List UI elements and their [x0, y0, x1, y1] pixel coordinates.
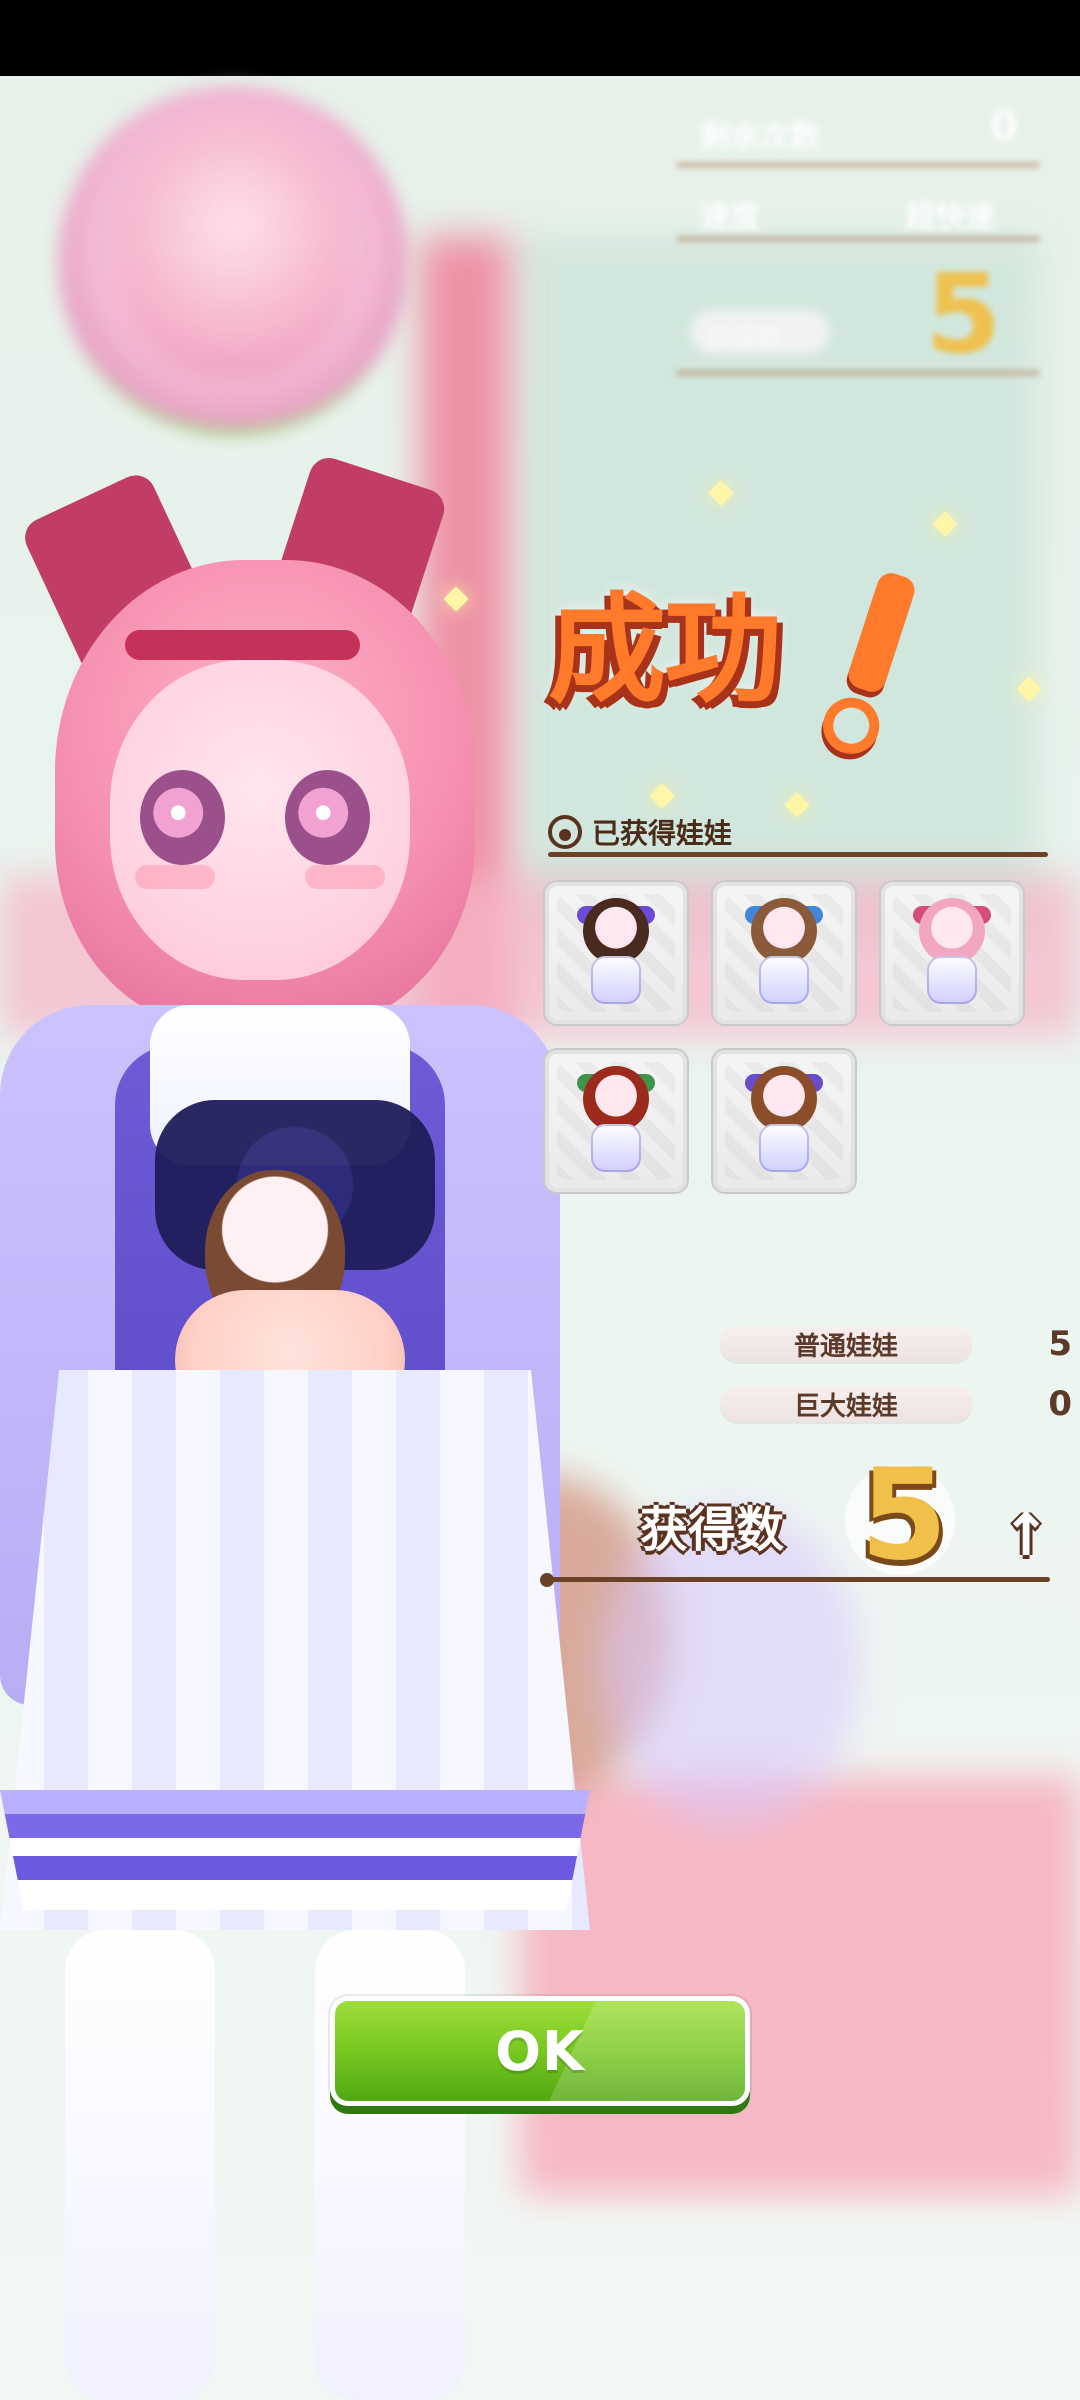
doll-grid [545, 882, 1045, 1202]
ok-button[interactable]: OK [330, 1996, 750, 2106]
doll-portrait-1 [577, 898, 655, 1008]
up-arrow-icon: ↑ [1001, 1501, 1051, 1569]
giant-doll-count: 0 [1048, 1384, 1072, 1424]
doll-body [591, 956, 641, 1004]
doll-tile[interactable] [713, 882, 855, 1024]
doll-head [583, 898, 649, 964]
obtained-dolls-divider [548, 852, 1048, 857]
doll-body [927, 956, 977, 1004]
obtained-count-label: 获得数 [640, 1502, 785, 1558]
obtained-count-value: 5 [860, 1441, 948, 1588]
top-row1-line [676, 162, 1040, 168]
doll-icon [548, 815, 582, 849]
character-eye-left [140, 770, 225, 865]
doll-tile[interactable] [545, 1050, 687, 1192]
top-row3-value: 5 [925, 250, 1002, 378]
doll-head [583, 1066, 649, 1132]
status-bar [0, 0, 1080, 76]
normal-doll-label: 普通娃娃 [720, 1326, 972, 1362]
top-row1-label: 剩余次数 [700, 120, 820, 155]
character-sock-left [65, 1930, 215, 2400]
character-eye-right [285, 770, 370, 865]
character-skirt-band [0, 1790, 590, 1910]
bottom-divider [545, 1577, 1050, 1582]
obtained-dolls-title-text: 已获得娃娃 [592, 817, 733, 850]
character-blush-left [135, 865, 215, 889]
doll-body [759, 956, 809, 1004]
normal-doll-count: 5 [1048, 1324, 1072, 1364]
doll-portrait-3 [913, 898, 991, 1008]
top-row3-line [676, 370, 1040, 376]
doll-head [751, 1066, 817, 1132]
top-row3-label: 获得数 [705, 324, 784, 354]
giant-doll-label: 巨大娃娃 [720, 1386, 972, 1422]
character-blush-right [305, 865, 385, 889]
doll-body [591, 1124, 641, 1172]
doll-tile[interactable] [713, 1050, 855, 1192]
obtained-dolls-title: 已获得娃娃 [548, 812, 732, 852]
ok-button-label: OK [495, 2019, 585, 2083]
character-headband [125, 630, 360, 660]
top-row2-line [676, 236, 1040, 242]
doll-tile[interactable] [881, 882, 1023, 1024]
top-row1-value: 0 [990, 104, 1018, 150]
doll-portrait-5 [745, 1066, 823, 1176]
doll-portrait-4 [577, 1066, 655, 1176]
character [0, 452, 620, 2400]
doll-head [751, 898, 817, 964]
top-avatar [120, 120, 350, 380]
doll-portrait-2 [745, 898, 823, 1008]
top-row2-right: 超快速 [905, 200, 995, 235]
doll-tile[interactable] [545, 882, 687, 1024]
top-row2-left: 速度 [700, 200, 760, 235]
doll-body [759, 1124, 809, 1172]
exclamation-bar [844, 569, 919, 696]
doll-head [919, 898, 985, 964]
